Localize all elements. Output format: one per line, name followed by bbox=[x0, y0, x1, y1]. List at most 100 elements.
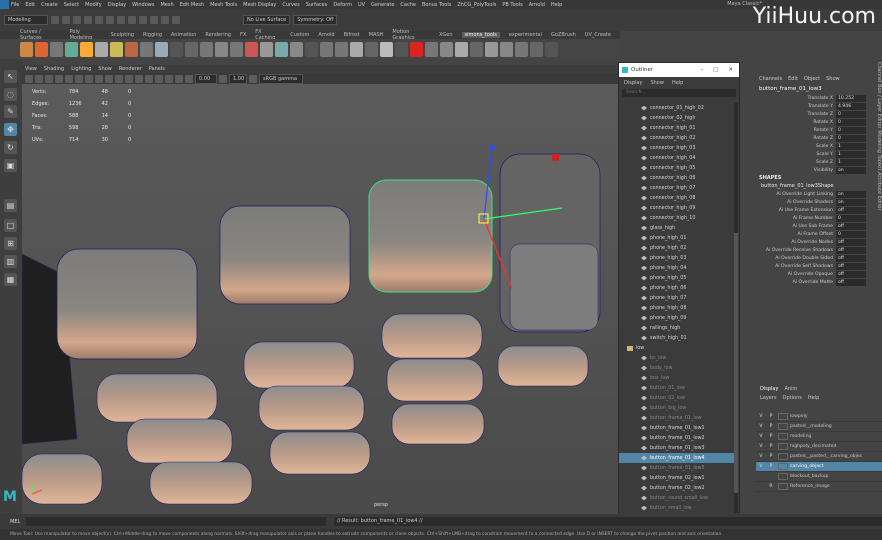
shelf-tool-icon[interactable] bbox=[35, 41, 48, 57]
shelf-tool-icon[interactable] bbox=[350, 41, 363, 57]
shape-name[interactable]: button_frame_01_low3Shape bbox=[756, 182, 882, 190]
channel-value[interactable]: 0 bbox=[836, 118, 866, 126]
undo-icon[interactable] bbox=[84, 16, 92, 24]
channel-value[interactable]: 0 bbox=[836, 214, 866, 222]
menu-item[interactable]: Bonus Tools bbox=[422, 2, 451, 8]
shelf-tool-icon[interactable] bbox=[155, 41, 168, 57]
channel-row[interactable]: Scale Y1 bbox=[756, 150, 882, 158]
layer-menu-item[interactable]: Options bbox=[783, 395, 802, 401]
outliner-item[interactable]: connector_high_10 bbox=[619, 213, 735, 223]
layer-color-swatch[interactable] bbox=[778, 453, 788, 460]
menu-item[interactable]: Help bbox=[551, 2, 562, 8]
select-hierarchy-icon[interactable] bbox=[106, 16, 114, 24]
layer-tab[interactable]: Anim bbox=[784, 386, 797, 392]
shelf-tool-icon[interactable] bbox=[65, 41, 78, 57]
outliner-item[interactable]: connector_high_01 bbox=[619, 123, 735, 133]
channel-value[interactable]: on bbox=[836, 198, 866, 206]
shelf-tool-icon[interactable] bbox=[20, 41, 33, 57]
outliner-search-input[interactable]: Search... bbox=[622, 89, 736, 97]
outliner-item[interactable]: button_02_low bbox=[619, 393, 735, 403]
shelf-tab[interactable]: Sculpting bbox=[111, 32, 134, 38]
image-plane-icon[interactable] bbox=[45, 74, 53, 83]
outliner-item[interactable]: railings_high bbox=[619, 323, 735, 333]
outliner-menu-item[interactable]: Display bbox=[624, 80, 642, 86]
shelf-tool-icon[interactable] bbox=[110, 41, 123, 57]
shelf-tab[interactable]: Arnold bbox=[318, 32, 334, 38]
shelf-tool-icon[interactable] bbox=[500, 41, 513, 57]
outliner-item[interactable]: phone_high_08 bbox=[619, 303, 735, 313]
channel-value[interactable]: 1 bbox=[836, 142, 866, 150]
outliner-item[interactable]: phone_high_02 bbox=[619, 243, 735, 253]
layer-visibility-toggle[interactable]: V bbox=[756, 454, 766, 459]
layer-visibility-toggle[interactable]: V bbox=[756, 444, 766, 449]
outliner-menu-item[interactable]: Show bbox=[650, 80, 664, 86]
outliner-item[interactable]: phone_high_01 bbox=[619, 233, 735, 243]
outliner-item[interactable]: button_frame_01_low3 bbox=[619, 443, 735, 453]
shelf-tool-icon[interactable] bbox=[395, 41, 408, 57]
layer-color-swatch[interactable] bbox=[778, 433, 788, 440]
shelf-tab[interactable]: GoZBrush bbox=[551, 32, 576, 38]
channel-box-tab[interactable]: Show bbox=[826, 76, 840, 82]
snap-curve-icon[interactable] bbox=[150, 16, 158, 24]
outliner-item[interactable]: button_frame_01_low5 bbox=[619, 463, 735, 473]
menu-item[interactable]: ZhCG_PolyTools bbox=[457, 2, 496, 8]
layer-playback-toggle[interactable]: P bbox=[766, 414, 776, 419]
layer-color-swatch[interactable] bbox=[778, 443, 788, 450]
channel-value[interactable]: off bbox=[836, 238, 866, 246]
layer-row[interactable]: V Ppasted__modeling bbox=[756, 422, 882, 432]
textured-icon[interactable] bbox=[115, 74, 123, 83]
outliner-item[interactable]: connector_high_08 bbox=[619, 193, 735, 203]
smooth-shade-icon[interactable] bbox=[95, 74, 103, 83]
layer-visibility-toggle[interactable]: V bbox=[756, 434, 766, 439]
channel-value[interactable]: off bbox=[836, 270, 866, 278]
outliner-item[interactable]: connector_high_06 bbox=[619, 173, 735, 183]
outliner-item[interactable]: phone_high_04 bbox=[619, 263, 735, 273]
shelf-tool-icon[interactable] bbox=[320, 41, 333, 57]
channel-value[interactable]: off bbox=[836, 222, 866, 230]
shelf-tool-icon[interactable] bbox=[335, 41, 348, 57]
outliner-item[interactable]: phone_high_09 bbox=[619, 313, 735, 323]
shelf-tool-icon[interactable] bbox=[80, 41, 93, 57]
isolate-select-icon[interactable] bbox=[155, 74, 163, 83]
channel-row[interactable]: Ai Override Light Linking on bbox=[756, 190, 882, 198]
layer-playback-toggle[interactable]: P bbox=[766, 454, 776, 459]
snap-grid-icon[interactable] bbox=[139, 16, 147, 24]
channel-value[interactable]: off bbox=[836, 246, 866, 254]
mesh-big-button-1[interactable] bbox=[56, 248, 198, 360]
channel-value[interactable]: off bbox=[836, 278, 866, 286]
maximize-icon[interactable]: □ bbox=[713, 67, 718, 73]
shelf-tool-icon[interactable] bbox=[95, 41, 108, 57]
outliner-item[interactable]: button_big_low bbox=[619, 403, 735, 413]
channel-row[interactable]: Rotate Z0 bbox=[756, 134, 882, 142]
snap-view-icon[interactable] bbox=[172, 16, 180, 24]
outliner-item[interactable]: button_01_low bbox=[619, 383, 735, 393]
channel-row[interactable]: Translate Z0 bbox=[756, 110, 882, 118]
channel-row[interactable]: Rotate Y0 bbox=[756, 126, 882, 134]
menu-item[interactable]: Cache bbox=[400, 2, 416, 8]
shelf-tool-icon[interactable] bbox=[230, 41, 243, 57]
mesh-big-button-2[interactable] bbox=[219, 205, 351, 305]
outliner-menu-item[interactable]: Help bbox=[672, 80, 683, 86]
menu-item[interactable]: Generate bbox=[371, 2, 394, 8]
new-scene-icon[interactable] bbox=[51, 16, 59, 24]
layer-color-swatch[interactable] bbox=[778, 413, 788, 420]
snap-point-icon[interactable] bbox=[161, 16, 169, 24]
outliner-item[interactable]: body_low bbox=[619, 363, 735, 373]
gamma-field[interactable]: 1.00 bbox=[229, 73, 247, 84]
layer-color-swatch[interactable] bbox=[778, 463, 788, 470]
outliner-item[interactable]: button_round_small_low bbox=[619, 493, 735, 503]
outliner-item[interactable]: connector_high_05 bbox=[619, 163, 735, 173]
select-component-icon[interactable] bbox=[128, 16, 136, 24]
mesh-selected-button[interactable] bbox=[368, 179, 493, 293]
channel-row[interactable]: Ai Override Matte off bbox=[756, 278, 882, 286]
channel-value[interactable]: on bbox=[836, 190, 866, 198]
menu-item[interactable]: Create bbox=[41, 2, 58, 8]
menu-item[interactable]: Display bbox=[108, 2, 126, 8]
menu-item[interactable]: Mesh Display bbox=[243, 2, 276, 8]
outliner-item[interactable]: phone_high_07 bbox=[619, 293, 735, 303]
layer-playback-toggle[interactable]: P bbox=[766, 464, 776, 469]
shelf-tab[interactable]: Rigging bbox=[143, 32, 162, 38]
channel-row[interactable]: Ai Frame Offset 0 bbox=[756, 230, 882, 238]
channel-value[interactable]: 0 bbox=[836, 230, 866, 238]
outliner-item[interactable]: phone_high_03 bbox=[619, 253, 735, 263]
